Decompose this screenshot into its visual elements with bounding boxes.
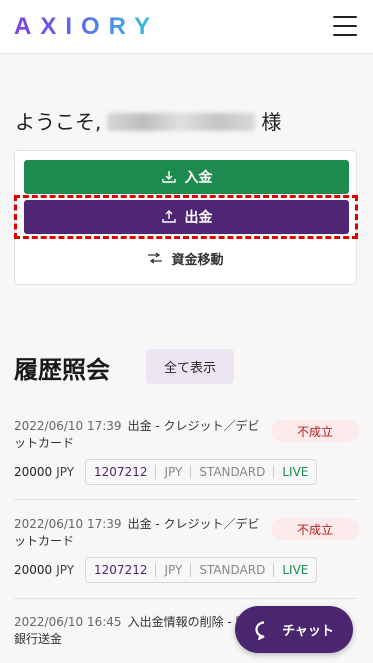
- status-badge: 不成立: [271, 420, 359, 442]
- deposit-button[interactable]: 入金: [24, 160, 349, 194]
- transaction-item[interactable]: 2022/06/10 17:39 出金 - クレジット／デビットカード 不成立 2…: [14, 516, 359, 583]
- amount-currency: JPY: [56, 563, 75, 577]
- account-currency: JPY: [164, 465, 183, 479]
- transaction-date: 2022/06/10 17:39: [14, 419, 122, 433]
- account-tag: 1207212 JPY STANDARD LIVE: [85, 459, 318, 485]
- top-header: AXIORY: [0, 0, 373, 54]
- welcome-suffix: 様: [261, 110, 282, 134]
- account-type: STANDARD: [199, 465, 266, 479]
- account-mode: LIVE: [282, 465, 309, 479]
- account-type: STANDARD: [199, 563, 266, 577]
- withdraw-button[interactable]: 出金: [24, 200, 349, 234]
- amount-value: 20000: [14, 465, 53, 479]
- transaction-item[interactable]: 2022/06/10 17:39 出金 - クレジット／デビットカード 不成立 2…: [14, 418, 359, 485]
- withdraw-label: 出金: [184, 210, 213, 226]
- transaction-meta: 20000 JPY 1207212 JPY STANDARD LIVE: [14, 557, 318, 583]
- download-tray-icon: [161, 171, 176, 183]
- chat-button[interactable]: チャット: [235, 606, 353, 653]
- transaction-summary: 2022/06/10 17:39 出金 - クレジット／デビットカード: [14, 516, 269, 550]
- amount-value: 20000: [14, 563, 53, 577]
- chat-label: チャット: [282, 624, 334, 639]
- transaction-date: 2022/06/10 17:39: [14, 517, 122, 531]
- transaction-summary: 2022/06/10 16:45 入出金情報の削除 - 国内銀行送金: [14, 614, 269, 648]
- account-tag: 1207212 JPY STANDARD LIVE: [85, 557, 318, 583]
- upload-tray-icon: [161, 210, 176, 223]
- deposit-label: 入金: [184, 170, 213, 186]
- history-title: 履歴照会: [14, 356, 110, 384]
- account-mode: LIVE: [282, 563, 309, 577]
- status-badge: 不成立: [271, 518, 359, 540]
- transfer-funds-link[interactable]: 資金移動: [15, 247, 356, 269]
- account-number: 1207212: [94, 563, 148, 577]
- account-currency: JPY: [164, 563, 183, 577]
- amount-currency: JPY: [56, 465, 75, 479]
- welcome-message: ようこそ, 様: [15, 106, 281, 135]
- hamburger-menu-icon[interactable]: [333, 16, 357, 36]
- row-divider: [14, 499, 357, 500]
- blurred-user-name: [107, 113, 256, 131]
- transaction-summary: 2022/06/10 17:39 出金 - クレジット／デビットカード: [14, 418, 269, 452]
- account-number: 1207212: [94, 465, 148, 479]
- row-divider: [14, 598, 357, 599]
- show-all-button[interactable]: 全て表示: [146, 349, 234, 384]
- transfer-label: 資金移動: [171, 252, 224, 268]
- transaction-amount: 20000 JPY: [14, 465, 74, 479]
- axiory-logo[interactable]: AXIORY: [14, 13, 159, 41]
- funds-action-card: 入金 出金 資金移動: [14, 150, 357, 285]
- swap-arrows-icon: [148, 252, 163, 264]
- transaction-meta: 20000 JPY 1207212 JPY STANDARD LIVE: [14, 459, 318, 485]
- transaction-amount: 20000 JPY: [14, 563, 74, 577]
- welcome-prefix: ようこそ,: [15, 110, 102, 134]
- chat-bubble-icon: [255, 620, 265, 640]
- transaction-date: 2022/06/10 16:45: [14, 615, 122, 629]
